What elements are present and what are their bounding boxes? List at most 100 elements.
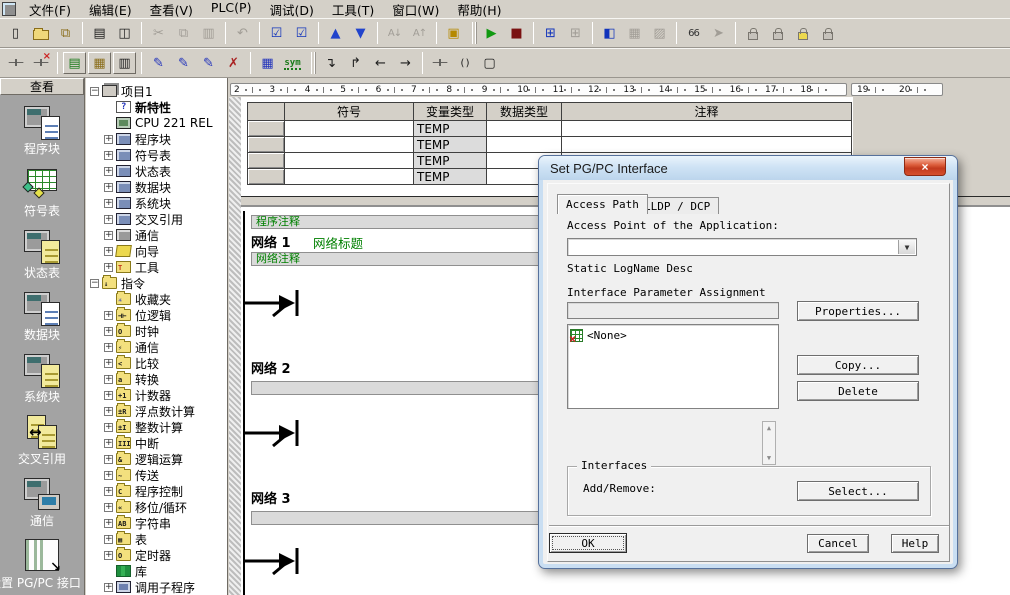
tree-expand-plus-icon[interactable]: + [104, 375, 113, 384]
tree-item-收藏夹[interactable]: ✳收藏夹 [86, 291, 227, 307]
symbolic-addressing-icon[interactable]: sym [281, 52, 304, 74]
row-header-cell[interactable] [248, 137, 285, 153]
line-left-icon[interactable]: ← [369, 52, 392, 74]
tree-item-交叉引用[interactable]: +交叉引用 [86, 211, 227, 227]
cancel-button[interactable]: Cancel [807, 534, 869, 553]
bookmark-next-icon[interactable]: ✎ [172, 52, 195, 74]
tree-expand-plus-icon[interactable]: + [104, 583, 113, 592]
row-header-cell[interactable] [248, 153, 285, 169]
tree-expand-plus-icon[interactable]: + [104, 407, 113, 416]
sidebar-item-data-block[interactable]: 数据块 [0, 281, 84, 343]
tree-item-数据块[interactable]: +数据块 [86, 179, 227, 195]
tree-item-位逻辑[interactable]: +⊣⊢位逻辑 [86, 307, 227, 323]
insert-box-icon[interactable]: ▢ [478, 52, 501, 74]
tree-item-逻辑运算[interactable]: +&逻辑运算 [86, 451, 227, 467]
tree-expand-plus-icon[interactable]: + [104, 503, 113, 512]
tree-item-状态表[interactable]: +状态表 [86, 163, 227, 179]
tree-item-表[interactable]: +▦表 [86, 531, 227, 547]
table-cell[interactable]: TEMP [414, 153, 487, 169]
bookmark-previous-icon[interactable]: ✎ [197, 52, 220, 74]
interface-list-item[interactable]: <None> [570, 328, 776, 343]
new-file-icon[interactable]: ▯ [4, 22, 27, 44]
run-icon[interactable]: ▶ [480, 22, 503, 44]
tree-item-新特性[interactable]: ?新特性 [86, 99, 227, 115]
print-icon[interactable]: ▤ [88, 22, 111, 44]
tree-expand-plus-icon[interactable]: + [104, 343, 113, 352]
select-button[interactable]: Select... [797, 481, 919, 501]
sidebar-item-status-chart[interactable]: 状态表 [0, 219, 84, 281]
copy-icon[interactable]: ⧉ [172, 22, 195, 44]
view-symbol-table-icon[interactable]: ▦ [88, 52, 111, 74]
insert-contact-icon[interactable]: ⊣⊢ [428, 52, 451, 74]
ladder-open-line-icon[interactable] [243, 285, 305, 325]
table-cell[interactable]: TEMP [414, 169, 487, 185]
tab-access-path[interactable]: Access Path [557, 194, 648, 214]
menu-item-查看(V)[interactable]: 查看(V) [141, 0, 202, 20]
tree-item-比较[interactable]: +<比较 [86, 355, 227, 371]
branch-down-icon[interactable]: ↴ [319, 52, 342, 74]
scroll-down-icon[interactable]: ▼ [767, 454, 771, 462]
tree-expand-plus-icon[interactable]: + [104, 535, 113, 544]
chart-status-icon[interactable]: ◧ [598, 22, 621, 44]
tree-expand-plus-icon[interactable]: + [104, 135, 113, 144]
table-cell[interactable] [487, 121, 562, 137]
row-header-cell[interactable] [248, 169, 285, 185]
download-icon[interactable]: ▼ [349, 22, 372, 44]
line-right-icon[interactable]: → [394, 52, 417, 74]
lock-1-icon[interactable] [741, 22, 764, 44]
dialog-titlebar[interactable]: Set PG/PC Interface [539, 156, 957, 180]
address-table-icon[interactable]: ▦ [256, 52, 279, 74]
tree-expand-plus-icon[interactable]: + [104, 263, 113, 272]
tree-expand-plus-icon[interactable]: + [104, 231, 113, 240]
sidebar-item-program-block[interactable]: 程序块 [0, 95, 84, 157]
sidebar-item-communications[interactable]: 通信 [0, 467, 84, 529]
delete-button[interactable]: Delete [797, 381, 919, 401]
tree-item-系统块[interactable]: +系统块 [86, 195, 227, 211]
properties-button[interactable]: Properties... [797, 301, 919, 321]
save-all-icon[interactable]: ⧉ [54, 22, 77, 44]
tree-expand-plus-icon[interactable]: + [104, 311, 113, 320]
list-scrollbar[interactable]: ▲ ▼ [762, 421, 776, 465]
tree-expand-plus-icon[interactable]: + [104, 327, 113, 336]
tree-item-转换[interactable]: +a转换 [86, 371, 227, 387]
menu-item-文件(F)[interactable]: 文件(F) [20, 0, 80, 20]
ladder-open-line-icon[interactable] [243, 415, 305, 455]
copy-button[interactable]: Copy... [797, 355, 919, 375]
tree-expand-plus-icon[interactable]: + [104, 551, 113, 560]
compile-all-icon[interactable]: ☑ [290, 22, 313, 44]
tree-item-向导[interactable]: +向导 [86, 243, 227, 259]
undo-icon[interactable]: ↶ [231, 22, 254, 44]
sidebar-item-pgpc-interface[interactable]: ↘设置 PG/PC 接口 [0, 529, 84, 591]
tree-item-项目1[interactable]: −项目1 [86, 83, 227, 99]
tree-item-时钟[interactable]: +O时钟 [86, 323, 227, 339]
tree-item-调用子程序[interactable]: +调用子程序 [86, 579, 227, 595]
interface-listbox[interactable]: <None> [567, 324, 779, 409]
tree-item-库[interactable]: 库 [86, 563, 227, 579]
tree-expand-plus-icon[interactable]: + [104, 423, 113, 432]
upload-icon[interactable]: ▲ [324, 22, 347, 44]
table-cell[interactable] [285, 137, 414, 153]
print-preview-icon[interactable]: ◫ [113, 22, 136, 44]
tree-expand-plus-icon[interactable]: + [104, 455, 113, 464]
menu-item-PLC(P)[interactable]: PLC(P) [202, 0, 261, 20]
options-icon[interactable]: ▣ [442, 22, 465, 44]
open-file-icon[interactable] [29, 22, 52, 44]
insert-coil-icon[interactable]: ( ) [453, 52, 476, 74]
ok-button[interactable]: OK [549, 533, 627, 553]
tree-expand-plus-icon[interactable]: + [104, 151, 113, 160]
stop-icon[interactable]: ■ [505, 22, 528, 44]
tree-item-通信[interactable]: +通信 [86, 227, 227, 243]
scroll-up-icon[interactable]: ▲ [767, 424, 771, 432]
table-cell[interactable] [562, 137, 852, 153]
tree-expand-plus-icon[interactable]: + [104, 439, 113, 448]
tree-expand-plus-icon[interactable]: + [104, 183, 113, 192]
tree-item-符号表[interactable]: +符号表 [86, 147, 227, 163]
tree-expand-plus-icon[interactable]: + [104, 471, 113, 480]
tree-expand-plus-icon[interactable]: + [104, 359, 113, 368]
tree-item-移位/循环[interactable]: +«移位/循环 [86, 499, 227, 515]
menu-item-窗口(W)[interactable]: 窗口(W) [383, 0, 448, 20]
tree-item-计数器[interactable]: ++1计数器 [86, 387, 227, 403]
menu-item-编辑(E)[interactable]: 编辑(E) [80, 0, 141, 20]
cut-icon[interactable]: ✂ [147, 22, 170, 44]
table-cell[interactable] [487, 137, 562, 153]
